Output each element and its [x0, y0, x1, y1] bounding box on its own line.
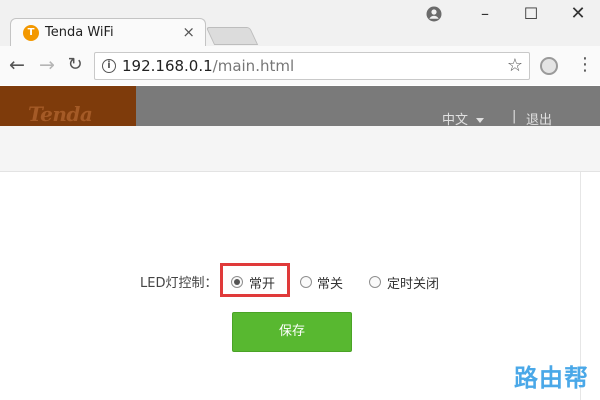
url-host: 192.168.0.1 — [122, 57, 213, 75]
radio-always-off[interactable] — [300, 276, 312, 288]
tenda-logo: Tenda — [0, 86, 136, 126]
main-content: LED灯控制： 常开 常关 定时关闭 保存 — [0, 172, 581, 400]
router-header: Tenda 中文 | 退出 — [0, 86, 600, 128]
logo-text: Tenda — [28, 102, 93, 126]
reload-icon[interactable]: ↻ — [64, 55, 86, 77]
tab-bar: T Tenda WiFi × – ☐ ✕ — [0, 0, 600, 46]
extension-icon[interactable] — [540, 57, 558, 75]
forward-icon[interactable]: → — [36, 55, 58, 77]
radio-label-scheduled-off[interactable]: 定时关闭 — [387, 273, 439, 292]
url-text[interactable]: 192.168.0.1/main.html — [122, 57, 294, 75]
chevron-down-icon — [476, 118, 485, 123]
back-icon[interactable]: ← — [6, 55, 28, 77]
header-separator: | — [512, 109, 517, 124]
radio-scheduled-off[interactable] — [369, 276, 381, 288]
tab-title: Tenda WiFi — [45, 25, 114, 40]
watermark: 路由帮 — [514, 364, 589, 392]
radio-label-always-off[interactable]: 常关 — [317, 273, 343, 292]
highlight-box — [220, 263, 290, 297]
tab-close-icon[interactable]: × — [182, 23, 195, 41]
star-icon[interactable]: ☆ — [507, 55, 523, 76]
browser-toolbar: ← → ↻ i 192.168.0.1/main.html ☆ ⋮ — [0, 46, 600, 85]
save-button[interactable]: 保存 — [232, 312, 352, 352]
tenda-favicon-icon: T — [23, 25, 39, 41]
minimize-button[interactable]: – — [474, 4, 496, 23]
led-control-label: LED灯控制： — [140, 276, 218, 291]
address-bar[interactable]: i 192.168.0.1/main.html ☆ — [94, 52, 530, 80]
sub-navigation-bar — [0, 126, 600, 172]
new-tab-button[interactable] — [205, 27, 259, 45]
url-path: /main.html — [212, 57, 295, 75]
close-window-button[interactable]: ✕ — [567, 3, 589, 24]
account-icon[interactable] — [426, 6, 442, 22]
maximize-button[interactable]: ☐ — [520, 4, 542, 23]
browser-tab[interactable]: T Tenda WiFi × — [10, 18, 206, 46]
info-icon[interactable]: i — [102, 59, 116, 73]
menu-icon[interactable]: ⋮ — [576, 55, 594, 75]
browser-chrome: T Tenda WiFi × – ☐ ✕ ← → ↻ i 192.168.0.1… — [0, 0, 600, 85]
